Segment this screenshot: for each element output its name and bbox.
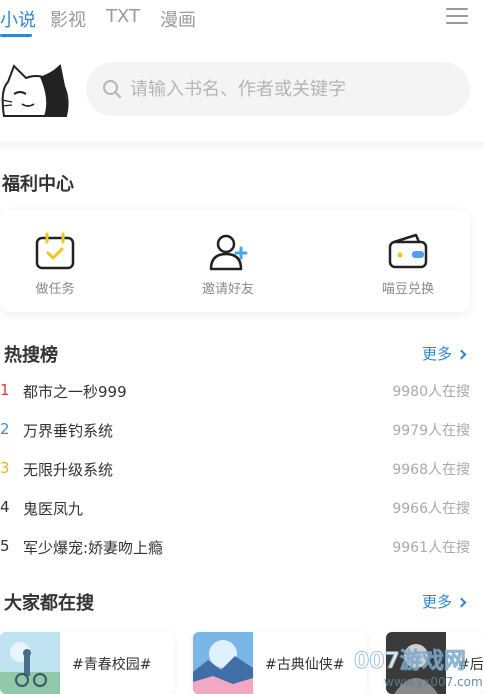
hot-list-item[interactable]: 3 无限升级系统 9968人在搜 (0, 459, 484, 483)
popular-searches-more-label: 更多 (422, 593, 453, 611)
search-bar[interactable] (86, 62, 470, 116)
hot-title: 万界垂钓系统 (23, 422, 114, 440)
hot-rank: 5 (0, 537, 10, 555)
hot-title: 无限升级系统 (23, 461, 114, 479)
hot-title: 都市之一秒999 (23, 383, 127, 401)
watermark: 007游戏网 www.yx007.com (354, 640, 484, 694)
hot-rank: 1 (0, 381, 10, 399)
top-tab-bar: 小说 影视 TXT 漫画 (0, 0, 484, 40)
benefits-card: 做任务 邀请好友 喵豆兑换 (0, 210, 470, 312)
tag-card[interactable]: #青春校园# (0, 632, 174, 694)
hot-search-more-link[interactable]: 更多 (422, 343, 467, 364)
benefit-invite[interactable]: 邀请好友 (173, 210, 283, 312)
hot-rank: 3 (0, 459, 10, 477)
hot-search-title: 热搜榜 (4, 345, 58, 366)
popular-searches-title: 大家都在搜 (4, 593, 94, 614)
benefits-title: 福利中心 (2, 174, 74, 195)
search-icon (103, 80, 121, 98)
watermark-url: www.yx007.com (384, 675, 483, 689)
menu-icon[interactable] (446, 8, 468, 24)
tag-label: #古典仙侠# (265, 657, 345, 673)
tag-thumbnail (193, 632, 253, 694)
tab-comic[interactable]: 漫画 (160, 6, 196, 32)
benefit-exchange-label: 喵豆兑换 (381, 282, 434, 297)
popular-searches-more-link[interactable]: 更多 (422, 591, 467, 612)
section-divider (0, 142, 484, 152)
hot-title: 鬼医凤九 (23, 500, 84, 518)
hot-count: 9966人在搜 (392, 501, 470, 517)
wallet-icon (388, 233, 428, 269)
active-tab-indicator (0, 34, 32, 37)
tab-txt[interactable]: TXT (106, 6, 140, 27)
hot-count: 9968人在搜 (392, 462, 470, 478)
hot-count: 9979人在搜 (392, 423, 470, 439)
hot-list-item[interactable]: 5 军少爆宠:娇妻吻上瘾 9961人在搜 (0, 537, 484, 561)
hot-count: 9961人在搜 (392, 540, 470, 556)
hot-list-item[interactable]: 2 万界垂钓系统 9979人在搜 (0, 420, 484, 444)
hot-rank: 4 (0, 498, 10, 516)
benefit-tasks-label: 做任务 (35, 282, 75, 297)
watermark-logo: 007游戏网 www.yx007.com (354, 648, 483, 689)
tag-label: #青春校园# (72, 657, 152, 673)
chevron-right-icon (456, 597, 467, 608)
hot-list-item[interactable]: 4 鬼医凤九 9966人在搜 (0, 498, 484, 522)
chevron-right-icon (456, 349, 467, 360)
cat-mascot-icon (1, 64, 69, 117)
hot-rank: 2 (0, 420, 10, 438)
watermark-brand: 007游戏网 (354, 648, 466, 674)
tab-video[interactable]: 影视 (50, 6, 86, 32)
hot-count: 9980人在搜 (392, 384, 470, 400)
tag-thumbnail (0, 632, 60, 694)
benefit-tasks[interactable]: 做任务 (0, 210, 110, 312)
hot-search-more-label: 更多 (422, 345, 453, 363)
add-user-icon (209, 234, 248, 271)
tab-novel[interactable]: 小说 (0, 6, 36, 32)
calendar-check-icon (35, 232, 75, 270)
benefit-exchange[interactable]: 喵豆兑换 (353, 210, 463, 312)
search-input[interactable] (130, 75, 450, 103)
benefit-invite-label: 邀请好友 (201, 282, 254, 297)
hot-list-item[interactable]: 1 都市之一秒999 9980人在搜 (0, 381, 484, 405)
hot-title: 军少爆宠:娇妻吻上瘾 (23, 539, 164, 557)
tag-card[interactable]: #古典仙侠# (193, 632, 367, 694)
